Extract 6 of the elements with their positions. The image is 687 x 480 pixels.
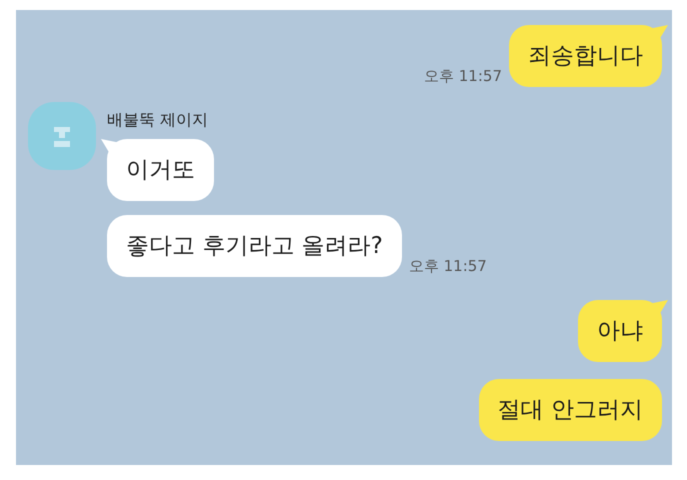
- message-bubble: 절대 안그러지: [478, 379, 662, 441]
- message-bubble: 좋다고 후기라고 올려라?: [107, 215, 402, 277]
- timestamp: 오후 11:57: [408, 257, 487, 277]
- avatar-icon[interactable]: [28, 102, 96, 170]
- sender-name: 배불뚝 제이지: [107, 110, 208, 131]
- timestamp: 오후 11:57: [424, 67, 502, 87]
